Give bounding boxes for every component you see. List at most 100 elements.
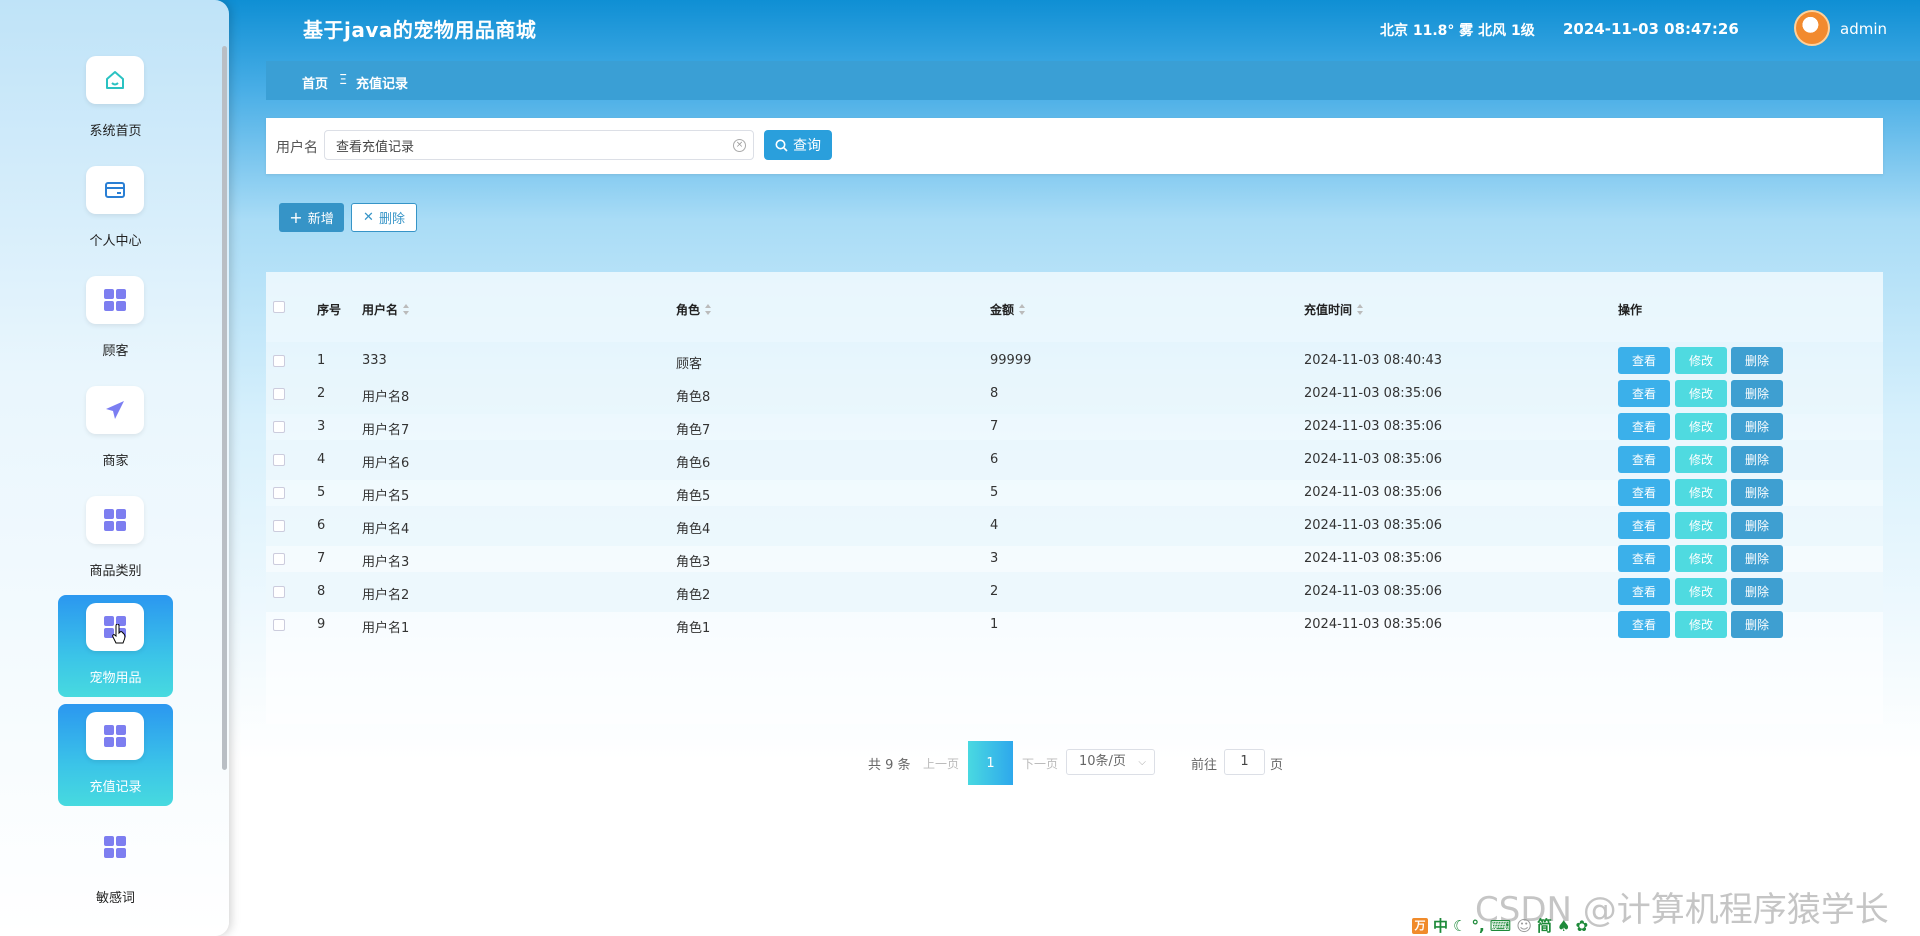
sidebar-item-sensitive-words[interactable]: 敏感词 xyxy=(58,815,173,917)
recharge-table: 序号 用户名 角色 金额 充值时间 操作 1 333 顾客 99999 2024-11-… xyxy=(266,272,1883,724)
batch-delete-button[interactable]: ✕ 删除 xyxy=(351,203,417,232)
page-size-select[interactable]: 10条/页 ⌵ xyxy=(1066,749,1155,775)
prev-page-button[interactable]: 上一页 xyxy=(923,755,959,772)
grid-icon xyxy=(86,496,144,544)
view-button[interactable]: 查看 xyxy=(1618,446,1670,473)
cell-username: 用户名3 xyxy=(362,555,410,570)
user-icon[interactable]: ☺ xyxy=(1516,917,1532,935)
delete-button[interactable]: 删除 xyxy=(1731,479,1783,506)
cell-time: 2024-11-03 08:35:06 xyxy=(1304,419,1443,434)
column-header-time[interactable]: 充值时间 xyxy=(1304,301,1364,318)
delete-button[interactable]: 删除 xyxy=(1731,512,1783,539)
sidebar-item-pet-supplies[interactable]: 宠物用品 xyxy=(58,595,173,697)
grid-icon xyxy=(86,823,144,871)
row-checkbox[interactable] xyxy=(273,619,285,631)
sidebar-item-customers[interactable]: 顾客 xyxy=(58,268,173,370)
add-button[interactable]: + 新增 xyxy=(279,203,344,232)
sidebar-item-profile[interactable]: 个人中心 xyxy=(58,158,173,260)
cell-role: 角色1 xyxy=(676,621,711,636)
row-checkbox[interactable] xyxy=(273,487,285,499)
breadcrumb-home[interactable]: 首页 xyxy=(302,73,328,92)
view-button[interactable]: 查看 xyxy=(1618,380,1670,407)
column-header-amount[interactable]: 金额 xyxy=(990,301,1026,318)
page-number-current[interactable]: 1 xyxy=(968,741,1013,785)
delete-button[interactable]: 删除 xyxy=(1731,347,1783,374)
punctuation-icon[interactable]: °, xyxy=(1471,917,1484,935)
cell-index: 8 xyxy=(317,584,326,599)
search-button[interactable]: 查询 xyxy=(764,130,832,160)
cell-index: 9 xyxy=(317,617,326,632)
search-panel: 用户名 × 查询 xyxy=(266,118,1883,174)
row-checkbox[interactable] xyxy=(273,421,285,433)
clear-icon[interactable]: × xyxy=(733,139,746,152)
cell-username: 用户名1 xyxy=(362,621,410,636)
view-button[interactable]: 查看 xyxy=(1618,479,1670,506)
cell-time: 2024-11-03 08:40:43 xyxy=(1304,353,1443,368)
delete-button[interactable]: 删除 xyxy=(1731,578,1783,605)
edit-button[interactable]: 修改 xyxy=(1675,578,1727,605)
cell-index: 7 xyxy=(317,551,326,566)
delete-button[interactable]: 删除 xyxy=(1731,545,1783,572)
cell-username: 用户名4 xyxy=(362,522,410,537)
delete-button[interactable]: 删除 xyxy=(1731,611,1783,638)
gear-icon[interactable]: ✿ xyxy=(1575,917,1588,935)
row-checkbox[interactable] xyxy=(273,586,285,598)
view-button[interactable]: 查看 xyxy=(1618,413,1670,440)
row-checkbox[interactable] xyxy=(273,388,285,400)
delete-button-label: 删除 xyxy=(378,212,405,227)
cell-time: 2024-11-03 08:35:06 xyxy=(1304,617,1443,632)
moon-icon[interactable]: ☾ xyxy=(1453,917,1466,935)
sidebar-item-home[interactable]: 系统首页 xyxy=(58,48,173,150)
ime-logo-icon: 万 xyxy=(1412,917,1428,934)
cell-role: 角色2 xyxy=(676,588,711,603)
column-header-username[interactable]: 用户名 xyxy=(362,301,410,318)
select-all-checkbox[interactable] xyxy=(273,301,285,313)
goto-page-input[interactable]: 1 xyxy=(1224,749,1265,775)
edit-button[interactable]: 修改 xyxy=(1675,347,1727,374)
delete-button[interactable]: 删除 xyxy=(1731,413,1783,440)
view-button[interactable]: 查看 xyxy=(1618,545,1670,572)
view-button[interactable]: 查看 xyxy=(1618,578,1670,605)
edit-button[interactable]: 修改 xyxy=(1675,545,1727,572)
cell-amount: 5 xyxy=(990,485,999,500)
skin-icon[interactable]: ♠ xyxy=(1557,917,1570,935)
column-header-role[interactable]: 角色 xyxy=(676,301,712,318)
cell-username: 用户名7 xyxy=(362,423,410,438)
row-checkbox[interactable] xyxy=(273,355,285,367)
edit-button[interactable]: 修改 xyxy=(1675,413,1727,440)
edit-button[interactable]: 修改 xyxy=(1675,446,1727,473)
sidebar-item-label: 敏感词 xyxy=(95,891,135,906)
view-button[interactable]: 查看 xyxy=(1618,512,1670,539)
avatar[interactable] xyxy=(1794,10,1830,46)
delete-button[interactable]: 删除 xyxy=(1731,380,1783,407)
delete-button[interactable]: 删除 xyxy=(1731,446,1783,473)
username[interactable]: admin xyxy=(1840,20,1887,38)
ime-toolbar[interactable]: 万 中 ☾ °, ⌨ ☺ 简 ♠ ✿ xyxy=(1412,915,1612,936)
keyboard-icon[interactable]: ⌨ xyxy=(1490,917,1512,935)
cell-index: 5 xyxy=(317,485,326,500)
cell-index: 1 xyxy=(317,353,326,368)
search-input[interactable] xyxy=(324,130,754,160)
edit-button[interactable]: 修改 xyxy=(1675,479,1727,506)
sidebar-item-categories[interactable]: 商品类别 xyxy=(58,488,173,590)
cell-time: 2024-11-03 08:35:06 xyxy=(1304,452,1443,467)
cell-amount: 6 xyxy=(990,452,999,467)
ime-mode[interactable]: 中 xyxy=(1433,915,1448,936)
edit-button[interactable]: 修改 xyxy=(1675,611,1727,638)
sidebar-item-label: 个人中心 xyxy=(89,234,142,249)
row-checkbox[interactable] xyxy=(273,553,285,565)
ime-simplified[interactable]: 简 xyxy=(1537,915,1552,936)
goto-suffix: 页 xyxy=(1270,758,1284,773)
sidebar-item-merchants[interactable]: 商家 xyxy=(58,378,173,480)
sidebar-scrollbar[interactable] xyxy=(222,46,227,770)
edit-button[interactable]: 修改 xyxy=(1675,380,1727,407)
edit-button[interactable]: 修改 xyxy=(1675,512,1727,539)
view-button[interactable]: 查看 xyxy=(1618,611,1670,638)
close-icon: ✕ xyxy=(363,210,374,225)
view-button[interactable]: 查看 xyxy=(1618,347,1670,374)
cell-role: 角色7 xyxy=(676,423,711,438)
next-page-button[interactable]: 下一页 xyxy=(1022,755,1058,772)
row-checkbox[interactable] xyxy=(273,454,285,466)
search-icon xyxy=(775,139,788,152)
row-checkbox[interactable] xyxy=(273,520,285,532)
